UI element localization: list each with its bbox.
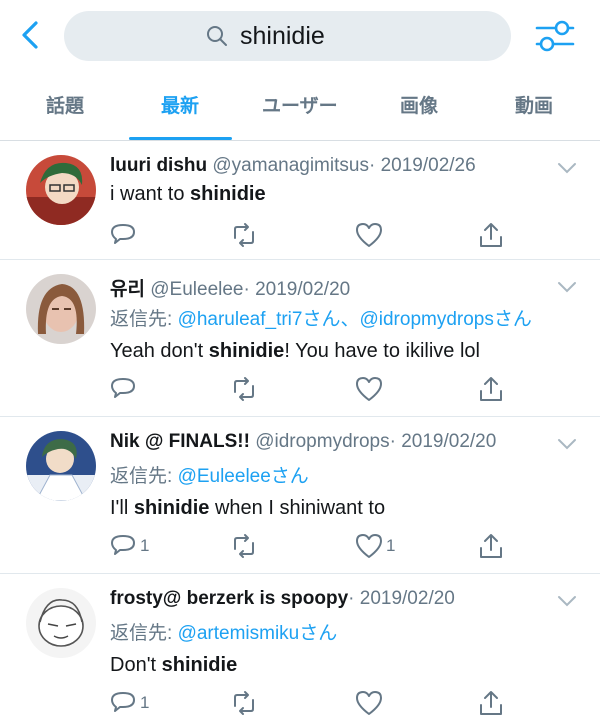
tweet-text: I'll shinidie when I shiniwant to <box>110 497 385 520</box>
share-icon[interactable] <box>476 531 506 561</box>
tweet-text: Don't shinidie <box>110 654 237 677</box>
top-bar: shinidie <box>0 0 600 72</box>
caret-down-icon[interactable] <box>556 594 578 608</box>
tweet[interactable]: Nik @ FINALS!! @idropmydrops· 2019/02/20… <box>0 417 600 574</box>
retweet-icon[interactable] <box>229 688 259 718</box>
tweet-text: i want to shinidie <box>110 183 266 206</box>
share-icon[interactable] <box>476 220 506 250</box>
tab-photos[interactable]: 画像 <box>400 91 438 118</box>
replying-to-label: 返信先: <box>110 623 178 644</box>
replying-to-mentions[interactable]: @artemismikuさん <box>178 623 338 644</box>
reply-icon[interactable] <box>108 374 138 404</box>
search-term-highlight: shinidie <box>190 183 266 205</box>
share-icon[interactable] <box>476 374 506 404</box>
tweet-header: 유리 @Euleelee· 2019/02/20 <box>110 274 350 301</box>
tweet-text-part: when I shiniwant to <box>209 497 386 519</box>
retweet-icon[interactable] <box>229 531 259 561</box>
tweet[interactable]: 유리 @Euleelee· 2019/02/20 返信先: @haruleaf_… <box>0 260 600 417</box>
tweet-text-part: Yeah don't <box>110 340 209 362</box>
active-tab-indicator <box>129 137 232 140</box>
tweet[interactable]: frosty@ berzerk is spoopy· 2019/02/20 返信… <box>0 574 600 725</box>
share-icon[interactable] <box>476 688 506 718</box>
replying-to-label: 返信先: <box>110 309 178 330</box>
replying-to-mentions[interactable]: @haruleaf_tri7さん、@idropmydropsさん <box>178 309 532 330</box>
display-name[interactable]: 유리 <box>110 279 145 300</box>
display-name[interactable]: luuri dishu <box>110 155 207 176</box>
tweet-header: frosty@ berzerk is spoopy· 2019/02/20 <box>110 588 455 610</box>
like-heart-icon[interactable] <box>354 220 384 250</box>
search-term-highlight: shinidie <box>208 340 285 362</box>
avatar[interactable] <box>26 274 96 344</box>
handle[interactable]: @idropmydrops <box>255 431 389 452</box>
tab-latest[interactable]: 最新 <box>161 91 199 118</box>
timestamp: · 2019/02/20 <box>389 431 497 452</box>
search-tabs: 話題 最新 ユーザー 画像 動画 <box>0 72 600 141</box>
search-term-highlight: shinidie <box>161 654 238 676</box>
replying-to: 返信先: @Euleeleeさん <box>110 461 309 488</box>
tweet-header: Nik @ FINALS!! @idropmydrops· 2019/02/20 <box>110 431 496 453</box>
tweet[interactable]: luuri dishu @yamanagimitsus· 2019/02/26 … <box>0 141 600 260</box>
retweet-icon[interactable] <box>229 374 259 404</box>
avatar[interactable] <box>26 588 96 658</box>
caret-down-icon[interactable] <box>556 161 578 175</box>
timestamp: · 2019/02/20 <box>348 588 455 609</box>
reply-icon[interactable] <box>108 531 138 561</box>
reply-icon[interactable] <box>108 688 138 718</box>
handle[interactable]: @yamanagimitsus <box>212 155 369 176</box>
search-field[interactable]: shinidie <box>64 11 511 61</box>
tweet-text-part: Don't <box>110 654 162 676</box>
timestamp: · 2019/02/26 <box>368 155 476 176</box>
tab-users[interactable]: ユーザー <box>262 91 338 118</box>
replying-to: 返信先: @haruleaf_tri7さん、@idropmydropsさん <box>110 304 532 331</box>
display-name[interactable]: Nik @ FINALS!! <box>110 431 250 452</box>
handle[interactable]: @Euleelee <box>150 279 243 300</box>
like-heart-icon[interactable] <box>354 374 384 404</box>
tweet-text-part: I'll <box>110 497 134 519</box>
replying-to-mentions[interactable]: @Euleeleeさん <box>178 466 309 487</box>
retweet-icon[interactable] <box>229 220 259 250</box>
like-heart-icon[interactable] <box>354 531 384 561</box>
tweet-header: luuri dishu @yamanagimitsus· 2019/02/26 <box>110 155 476 177</box>
search-icon <box>207 26 227 46</box>
replying-to-label: 返信先: <box>110 466 178 487</box>
search-term-highlight: shinidie <box>133 497 210 519</box>
reply-count: 1 <box>140 536 150 555</box>
back-chevron-icon[interactable] <box>14 18 48 52</box>
caret-down-icon[interactable] <box>556 437 578 451</box>
tweet-text: Yeah don't shinidie! You have to ikilive… <box>110 340 480 363</box>
timestamp: · 2019/02/20 <box>243 279 351 300</box>
avatar[interactable] <box>26 431 96 501</box>
tab-videos[interactable]: 動画 <box>515 91 553 118</box>
like-count: 1 <box>386 536 396 555</box>
reply-icon[interactable] <box>108 220 138 250</box>
search-query[interactable]: shinidie <box>240 22 325 51</box>
tab-top[interactable]: 話題 <box>46 91 84 118</box>
avatar[interactable] <box>26 155 96 225</box>
tweet-text-part: i want to <box>110 183 191 205</box>
caret-down-icon[interactable] <box>556 280 578 294</box>
replying-to: 返信先: @artemismikuさん <box>110 618 337 645</box>
like-heart-icon[interactable] <box>354 688 384 718</box>
reply-count: 1 <box>140 693 150 712</box>
tweet-text-part: ! You have to ikilive lol <box>284 340 480 362</box>
display-name[interactable]: frosty@ berzerk is spoopy <box>110 588 348 609</box>
filter-sliders-icon[interactable] <box>534 17 576 55</box>
